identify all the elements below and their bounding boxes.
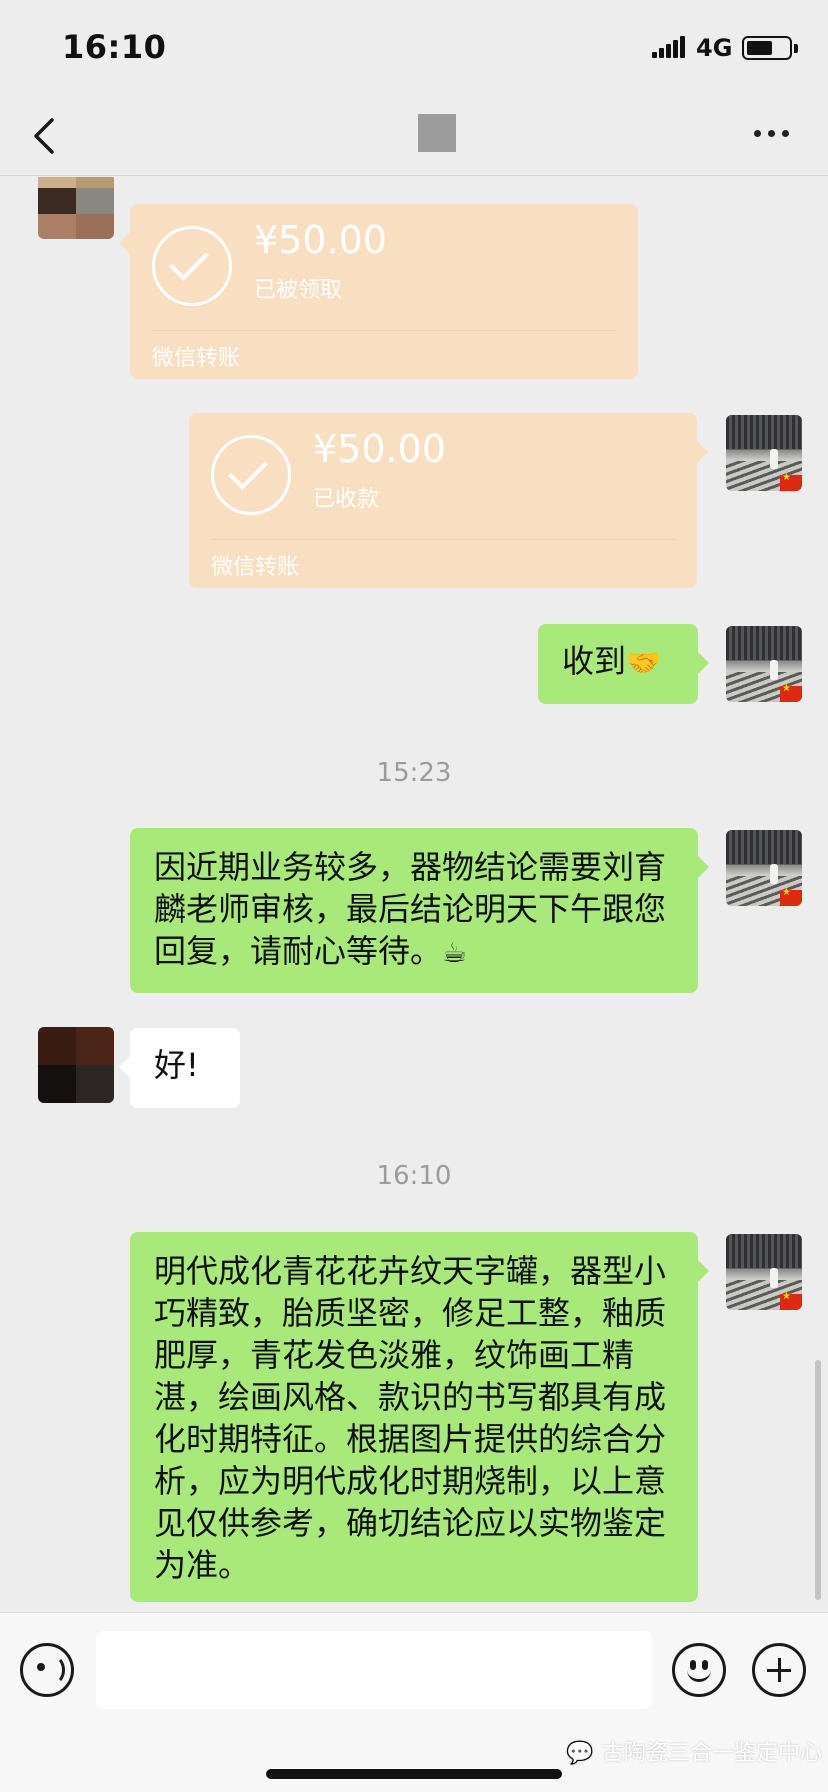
transfer-amount: ¥50.00 xyxy=(313,427,446,471)
message-bubble-sent[interactable]: 因近期业务较多，器物结论需要刘育麟老师审核，最后结论明天下午跟您回复，请耐心等待… xyxy=(130,828,709,993)
self-avatar[interactable] xyxy=(726,1234,802,1310)
watermark: 💬 古陶瓷三合一鉴定中心 xyxy=(566,1735,822,1767)
chat-history[interactable]: ¥50.00 已被领取 微信转账 ¥50.00 已收款 微信转账 收到🤝 15:… xyxy=(0,177,828,1612)
message-text: 收到 xyxy=(562,642,627,680)
self-avatar[interactable] xyxy=(726,626,802,702)
chat-scrollbar[interactable] xyxy=(815,1360,821,1600)
watermark-text: 古陶瓷三合一鉴定中心 xyxy=(602,1741,823,1766)
transfer-bubble-received[interactable]: ¥50.00 已被领取 微信转账 xyxy=(119,204,638,379)
message-bubble-sent[interactable]: 明代成化青花花卉纹天字罐，器型小巧精致，胎质坚密，修足工整，釉质肥厚，青花发色淡… xyxy=(130,1232,709,1602)
message-bubble-received[interactable]: 好! xyxy=(119,1028,240,1108)
message-text: 明代成化青花花卉纹天字罐，器型小巧精致，胎质坚密，修足工整，釉质肥厚，青花发色淡… xyxy=(154,1252,667,1584)
chevron-left-icon[interactable] xyxy=(26,114,66,158)
message-text: 好! xyxy=(154,1046,199,1084)
coffee-icon: ☕ xyxy=(442,936,468,969)
china-flag-icon xyxy=(780,1291,802,1310)
check-icon xyxy=(211,435,291,515)
contact-name-redacted xyxy=(418,114,456,152)
network-type: 4G xyxy=(696,34,733,62)
wechat-icon: 💬 xyxy=(566,1741,594,1766)
china-flag-icon xyxy=(780,887,802,906)
plus-icon[interactable] xyxy=(752,1643,806,1697)
handshake-icon: 🤝 xyxy=(626,646,661,679)
transfer-status: 已被领取 xyxy=(254,278,343,303)
battery-icon xyxy=(742,36,792,60)
input-bar: 💬 古陶瓷三合一鉴定中心 xyxy=(0,1612,828,1792)
check-icon xyxy=(152,226,232,306)
transfer-status: 已收款 xyxy=(313,487,380,512)
self-avatar[interactable] xyxy=(726,830,802,906)
chat-timestamp: 15:23 xyxy=(376,758,452,788)
china-flag-icon xyxy=(780,683,802,702)
more-dots-icon[interactable] xyxy=(750,126,794,142)
battery-tip xyxy=(794,44,798,53)
contact-avatar[interactable] xyxy=(38,1027,114,1103)
chat-timestamp: 16:10 xyxy=(376,1161,452,1191)
transfer-bubble-sent[interactable]: ¥50.00 已收款 微信转账 xyxy=(189,413,708,588)
self-avatar[interactable] xyxy=(726,415,802,491)
voice-icon[interactable] xyxy=(20,1643,74,1697)
message-text: 因近期业务较多，器物结论需要刘育麟老师审核，最后结论明天下午跟您回复，请耐心等待… xyxy=(154,848,667,970)
contact-avatar[interactable] xyxy=(38,177,114,239)
china-flag-icon xyxy=(780,472,802,491)
nav-bar xyxy=(0,100,828,176)
divider xyxy=(152,330,616,331)
transfer-label: 微信转账 xyxy=(211,555,300,580)
transfer-label: 微信转账 xyxy=(152,346,241,371)
status-bar: 16:10 4G xyxy=(0,0,828,100)
status-time: 16:10 xyxy=(62,28,167,66)
transfer-amount: ¥50.00 xyxy=(254,218,387,262)
signal-icon xyxy=(652,36,686,58)
message-input[interactable] xyxy=(96,1631,652,1709)
home-indicator xyxy=(266,1769,562,1779)
emoji-icon[interactable] xyxy=(672,1643,726,1697)
divider xyxy=(211,539,675,540)
message-bubble-sent[interactable]: 收到🤝 xyxy=(538,624,709,704)
